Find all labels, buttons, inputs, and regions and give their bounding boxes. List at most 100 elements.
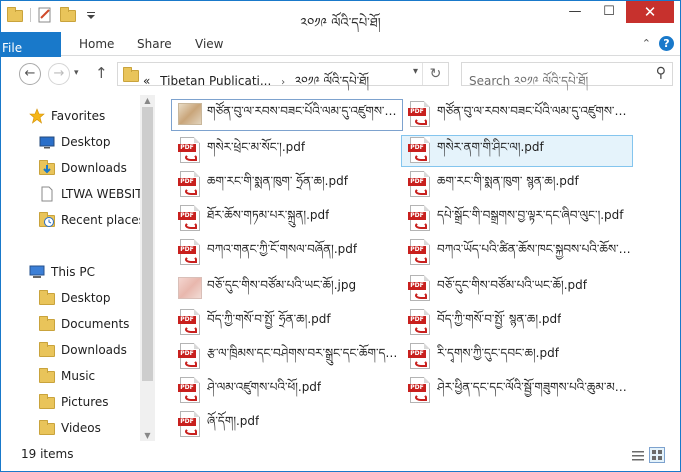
- scroll-up-icon[interactable]: ▲: [140, 96, 155, 105]
- file-name: གསེར་ནག་གི་ཤིང་ལ།.pdf: [437, 140, 544, 154]
- desktop-icon: [39, 134, 55, 150]
- large-icons-view-button[interactable]: [649, 447, 665, 463]
- search-box[interactable]: Search ༢༠༡༩ ལོའི་དཔེ་ཐོ། ⚲: [461, 62, 673, 88]
- tab-home[interactable]: Home: [65, 32, 128, 56]
- file-item[interactable]: PDF གཙོན་བུ་ལ་རབས་བཟང་པོའི་ལམ་དུ་འཛུགས་པའ…: [401, 99, 633, 131]
- breadcrumb-item-tibetan-publications[interactable]: Tibetan Publicati...: [160, 74, 271, 88]
- status-bar: 19 items: [1, 443, 680, 471]
- nav-item-label: This PC: [51, 265, 95, 279]
- breadcrumb-overflow[interactable]: «: [143, 74, 150, 88]
- pdf-file-icon: PDF: [408, 377, 432, 405]
- navpane-scrollbar[interactable]: ▲ ▼: [140, 95, 155, 441]
- file-item[interactable]: PDF བཀའ་གནང་ཀྱི་ངོ་གསལ་བཞོན།.pdf: [171, 237, 403, 269]
- large-icons-view-icon: [652, 450, 662, 460]
- explorer-window: ༢༠༡༩ ལོའི་དཔེ་ཐོ། — ☐ ✕ File Home Share …: [0, 0, 681, 472]
- pdf-file-icon: PDF: [178, 171, 202, 199]
- recent-locations-icon[interactable]: ▾: [74, 68, 79, 78]
- file-name: གཙོན་བུ་ལ་རབས་བཟང་པོའི་ལམ་དུ་འཛུགས་པའི་.…: [207, 104, 402, 118]
- details-view-icon: [632, 451, 644, 461]
- maximize-button[interactable]: ☐: [592, 1, 626, 23]
- refresh-button[interactable]: ↻: [422, 63, 448, 85]
- file-name: ཤེ་ལམ་འཛུགས་པའི་ཕོ།.pdf: [207, 380, 322, 394]
- help-icon[interactable]: ?: [659, 36, 674, 51]
- file-item[interactable]: PDF ཆག་རང་གི་སྨན་ཁུག་ ཧྲོན་ཆ།.pdf: [171, 169, 403, 201]
- details-view-button[interactable]: [629, 447, 645, 463]
- nav-item-label: Documents: [61, 317, 130, 331]
- folder-icon: [39, 342, 55, 358]
- nav-item-label: Downloads: [61, 343, 127, 357]
- file-item[interactable]: PDF ཤེར་ཕྱིན་དང་དང་ལོའི་སྦྱོ་གཟུགས་པའི་ཆུ…: [401, 375, 633, 407]
- file-name: རི་དྭགས་ཀྱི་དུང་དབང་ཆ།.pdf: [437, 346, 559, 360]
- nav-item-label: Music: [61, 369, 96, 383]
- file-item[interactable]: PDF རི་དྭགས་ཀྱི་དུང་དབང་ཆ།.pdf: [401, 341, 633, 373]
- folder-icon: [39, 316, 55, 332]
- navigation-pane: Favorites Desktop Downloads LTWA WEBSITE: [1, 95, 155, 441]
- file-name: ཤེར་ཕྱིན་དང་དང་ལོའི་སྦྱོ་གཟུགས་པའི་ཆུམ་མ…: [437, 380, 632, 394]
- tab-share[interactable]: Share: [123, 32, 186, 56]
- breadcrumb-item-current[interactable]: ༢༠༡༩ ལོའི་དཔེ་ཐོ།: [295, 74, 369, 88]
- back-button[interactable]: ←: [19, 63, 41, 85]
- pdf-file-icon: PDF: [178, 309, 202, 337]
- file-name: ཞོ་དོག།.pdf: [207, 414, 260, 428]
- file-name: རྩ་ལ་ཁྲིམས་དང་བཤེགས་བར་སྒྲུང་དང་ཆོག་དང་ལ…: [207, 346, 402, 360]
- nav-this-pc[interactable]: This PC: [29, 261, 179, 283]
- pdf-file-icon: PDF: [178, 239, 202, 267]
- pdf-file-icon: PDF: [178, 137, 202, 165]
- nav-item-label: Desktop: [61, 135, 111, 149]
- close-button[interactable]: ✕: [626, 1, 674, 23]
- folder-icon: [39, 290, 55, 306]
- file-item[interactable]: PDF གསེར་ཕྲེང་མ་སོང་།.pdf: [171, 135, 403, 167]
- pdf-file-icon: PDF: [408, 205, 432, 233]
- file-item[interactable]: PDF དཔེ་སྒྲོང་གི་བསྒྲགས་བྱ་ལྟར་དང་ཞིབ་ལུང…: [401, 203, 633, 235]
- nav-item-label: Desktop: [61, 291, 111, 305]
- nav-item-label: Recent places: [61, 213, 145, 227]
- file-name: བཅོ་དུང་གིས་བཙོམ་པའི་ཡང་ཆོ།.jpg: [207, 278, 357, 292]
- folder-icon: [39, 368, 55, 384]
- file-name: ཆག་རང་གི་སྨན་ཁུག་ སྙན་ཆ།.pdf: [437, 174, 579, 188]
- ribbon-controls: ⌃ ?: [642, 36, 674, 51]
- file-item[interactable]: PDF གསེར་ནག་གི་ཤིང་ལ།.pdf: [401, 135, 633, 167]
- pdf-file-icon: PDF: [178, 377, 202, 405]
- minimize-button[interactable]: —: [558, 1, 592, 23]
- recent-places-icon: [39, 212, 55, 228]
- star-icon: [29, 108, 45, 124]
- file-name: དཔེ་སྒྲོང་གི་བསྒྲགས་བྱ་ལྟར་དང་ཞིབ་ལུང་།.…: [437, 208, 624, 222]
- expand-ribbon-icon[interactable]: ⌃: [642, 37, 651, 50]
- breadcrumb-separator-icon[interactable]: ›: [281, 77, 285, 88]
- folder-icon: [123, 67, 139, 82]
- file-item[interactable]: PDF བོད་ཀྱི་གསོ་བ་སྤྱོ་ སྙན་ཆ།.pdf: [401, 307, 633, 339]
- item-count: 19 items: [21, 447, 74, 461]
- up-button[interactable]: ↑: [95, 64, 108, 82]
- pdf-file-icon: PDF: [408, 343, 432, 371]
- file-item[interactable]: PDF ཞོ་དོག།.pdf: [171, 409, 403, 441]
- address-bar[interactable]: « Tibetan Publicati... › ༢༠༡༩ ལོའི་དཔེ་ཐ…: [117, 62, 449, 88]
- file-item[interactable]: བཅོ་དུང་གིས་བཙོམ་པའི་ཡང་ཆོ།.jpg: [171, 273, 403, 305]
- forward-button[interactable]: →: [48, 63, 70, 85]
- tab-view[interactable]: View: [181, 32, 237, 56]
- file-item[interactable]: PDF ཐོར་ཆོས་གཏམ་པར་སྐྲུན།.pdf: [171, 203, 403, 235]
- search-icon[interactable]: ⚲: [656, 65, 666, 81]
- file-item[interactable]: PDF བོད་ཀྱི་གསོ་བ་སྤྱོ་ ཧྲོན་ཆ།.pdf: [171, 307, 403, 339]
- scrollbar-thumb[interactable]: [142, 107, 153, 381]
- file-item[interactable]: PDF བཀའ་ཡོད་པའི་ཚིན་ཆོས་ཁང་སྐྱབས་པའི་ཆོས་…: [401, 237, 633, 269]
- file-item[interactable]: PDF བཅོ་དུང་གིས་བཙོམ་པའི་ཡང་ཆོ།.pdf: [401, 273, 633, 305]
- image-thumbnail-icon: [178, 101, 202, 129]
- pdf-file-icon: PDF: [408, 239, 432, 267]
- nav-favorites[interactable]: Favorites: [29, 105, 179, 127]
- downloads-icon: [39, 160, 55, 176]
- pdf-file-icon: PDF: [178, 411, 202, 439]
- folder-icon: [39, 420, 55, 436]
- nav-item-label: Favorites: [51, 109, 106, 123]
- pdf-file-icon: PDF: [408, 275, 432, 303]
- file-item[interactable]: PDF ཆག་རང་གི་སྨན་ཁུག་ སྙན་ཆ།.pdf: [401, 169, 633, 201]
- file-item[interactable]: PDF ཤེ་ལམ་འཛུགས་པའི་ཕོ།.pdf: [171, 375, 403, 407]
- nav-item-label: Pictures: [61, 395, 109, 409]
- file-item[interactable]: གཙོན་བུ་ལ་རབས་བཟང་པོའི་ལམ་དུ་འཛུགས་པའི་.…: [171, 99, 403, 131]
- file-name: གཙོན་བུ་ལ་རབས་བཟང་པོའི་ལམ་དུ་འཛུགས་པའི་: [437, 104, 632, 118]
- folder-icon: [39, 394, 55, 410]
- file-item[interactable]: PDF རྩ་ལ་ཁྲིམས་དང་བཤེགས་བར་སྒྲུང་དང་ཆོག་ད…: [171, 341, 403, 373]
- address-dropdown-icon[interactable]: ▾: [413, 66, 418, 77]
- file-name: བཅོ་དུང་གིས་བཙོམ་པའི་ཡང་ཆོ།.pdf: [437, 278, 587, 292]
- file-name: བཀའ་གནང་ཀྱི་ངོ་གསལ་བཞོན།.pdf: [207, 242, 358, 256]
- scroll-down-icon[interactable]: ▼: [140, 431, 155, 440]
